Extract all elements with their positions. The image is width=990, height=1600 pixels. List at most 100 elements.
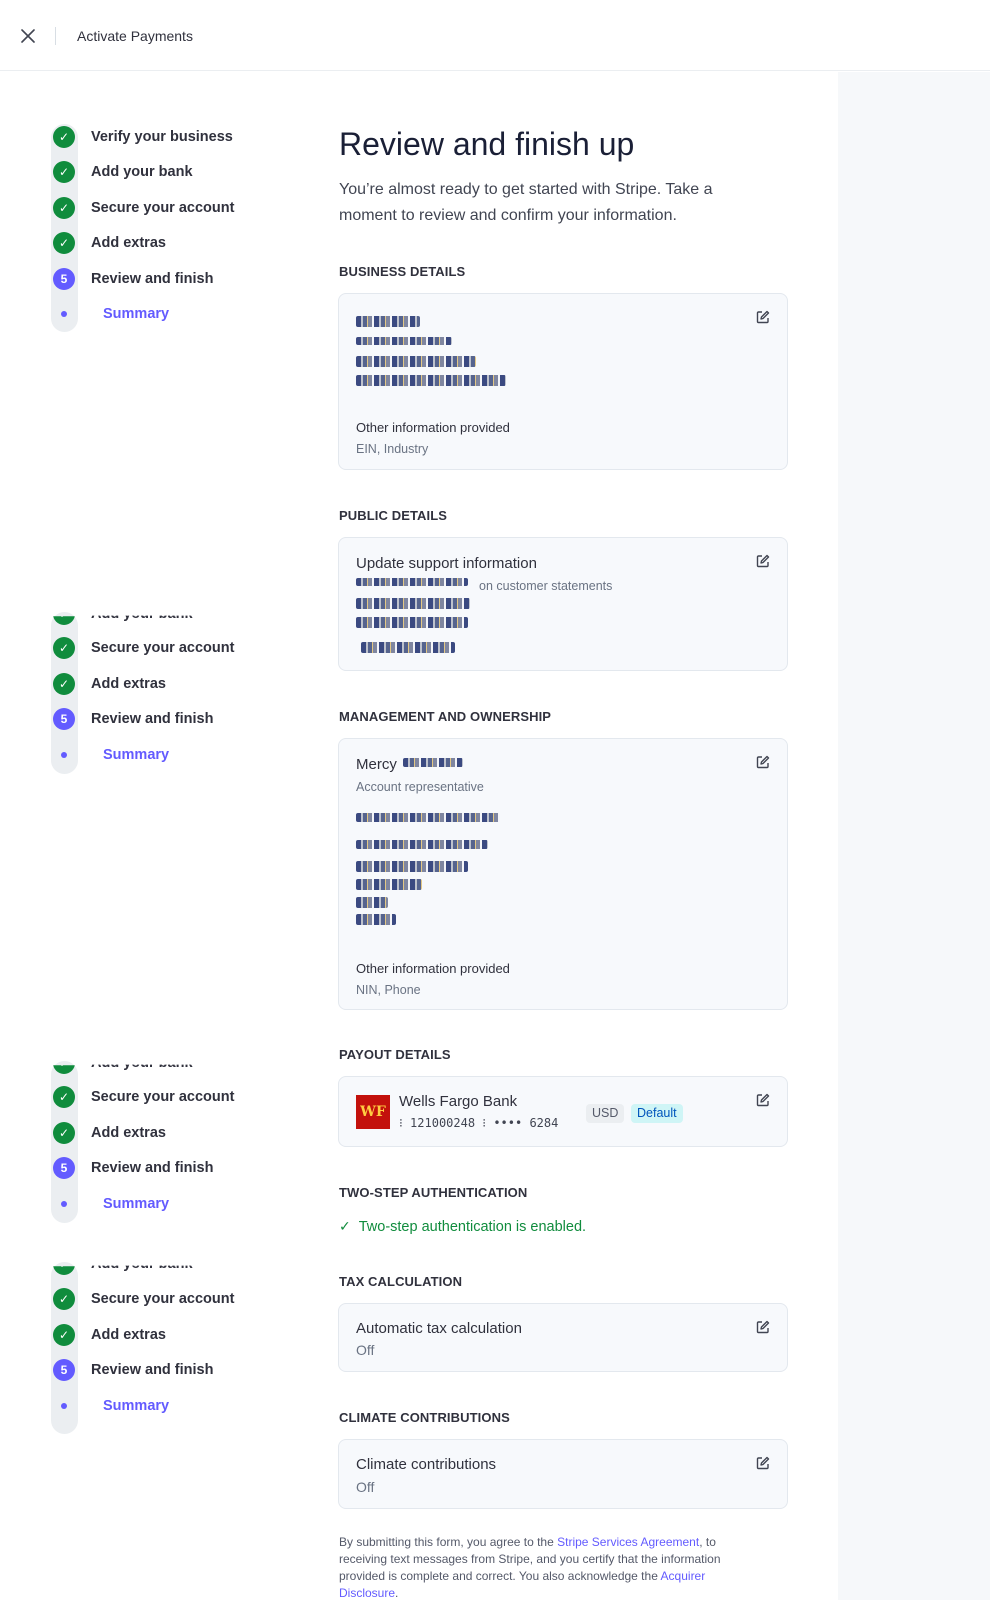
check-icon: ✓ xyxy=(53,197,75,219)
check-icon: ✓ xyxy=(53,616,75,625)
bank-name: Wells Fargo Bank xyxy=(399,1093,518,1110)
tax-title: Automatic tax calculation xyxy=(356,1320,522,1337)
right-gray-panel xyxy=(838,72,990,1600)
step-add-extras[interactable]: ✓ Add extras xyxy=(51,673,166,695)
step-label: Review and finish xyxy=(91,1160,214,1176)
redacted-address xyxy=(356,861,468,872)
redacted-support-address xyxy=(356,598,470,609)
edit-icon[interactable] xyxy=(756,1456,770,1470)
step-add-bank[interactable]: ✓ Add your bank xyxy=(51,1253,193,1275)
check-icon: ✓ xyxy=(339,1218,351,1234)
top-bar: Activate Payments xyxy=(0,0,990,71)
check-icon: ✓ xyxy=(53,673,75,695)
step-label: Secure your account xyxy=(91,1291,235,1307)
check-icon: ✓ xyxy=(53,637,75,659)
substep-label: Summary xyxy=(103,306,170,322)
step-add-bank[interactable]: ✓ Add your bank xyxy=(51,161,193,183)
step-label: Add extras xyxy=(91,235,166,251)
public-details-card: Update support information on customer s… xyxy=(338,537,788,671)
page-description: You’re almost ready to get started with … xyxy=(339,181,713,224)
step-number: 5 xyxy=(53,268,75,290)
support-info-title: Update support information xyxy=(356,555,537,572)
legal-disclaimer: By submitting this form, you agree to th… xyxy=(339,1534,759,1600)
business-details-card: Other information provided EIN, Industry xyxy=(338,293,788,470)
step-add-extras[interactable]: ✓ Add extras xyxy=(51,1324,166,1346)
redacted-dob xyxy=(356,840,488,849)
page-title: Review and finish up xyxy=(339,126,635,162)
edit-icon[interactable] xyxy=(756,310,770,324)
step-secure-account[interactable]: ✓ Secure your account xyxy=(51,637,234,659)
twostep-status: ✓ Two-step authentication is enabled. xyxy=(339,1218,586,1235)
redacted-address xyxy=(356,879,422,890)
substep-summary[interactable]: Summary xyxy=(51,303,169,325)
step-label: Add your bank xyxy=(91,606,193,622)
representative-name: Mercy xyxy=(356,756,397,773)
edit-icon[interactable] xyxy=(756,1320,770,1334)
step-secure-account[interactable]: ✓ Secure your account xyxy=(51,1288,234,1310)
redacted-business-name xyxy=(356,316,420,327)
redacted-text xyxy=(356,337,452,345)
section-heading-payout: PAYOUT DETAILS xyxy=(339,1047,451,1062)
twostep-status-text: Two-step authentication is enabled. xyxy=(358,1218,587,1235)
step-verify-business[interactable]: ✓ Verify your business xyxy=(51,126,233,148)
check-icon: ✓ xyxy=(53,126,75,148)
step-label: Secure your account xyxy=(91,640,235,656)
step-label: Add your bank xyxy=(91,1256,193,1272)
step-label: Add your bank xyxy=(91,1055,193,1071)
step-add-bank[interactable]: ✓ Add your bank xyxy=(51,1052,193,1074)
step-review-finish[interactable]: 5 Review and finish xyxy=(51,268,213,290)
legal-text: . xyxy=(395,1586,399,1600)
climate-card: Climate contributions Off xyxy=(338,1439,788,1509)
step-review-finish[interactable]: 5 Review and finish xyxy=(51,708,213,730)
step-label: Add extras xyxy=(91,1327,166,1343)
topbar-divider xyxy=(55,27,56,45)
substep-summary[interactable]: Summary xyxy=(51,744,169,766)
step-review-finish[interactable]: 5 Review and finish xyxy=(51,1157,213,1179)
step-label: Add your bank xyxy=(91,164,193,180)
services-agreement-link[interactable]: Stripe Services Agreement xyxy=(557,1535,699,1549)
other-info-label: Other information provided xyxy=(356,420,510,435)
substep-label: Summary xyxy=(103,1196,170,1212)
step-add-extras[interactable]: ✓ Add extras xyxy=(51,232,166,254)
redacted-support-phone xyxy=(361,642,455,653)
edit-icon[interactable] xyxy=(756,554,770,568)
check-icon: ✓ xyxy=(53,1122,75,1144)
stepper-track xyxy=(51,124,78,332)
step-label: Secure your account xyxy=(91,200,235,216)
bullet-icon xyxy=(61,1403,67,1409)
edit-icon[interactable] xyxy=(756,1093,770,1107)
redacted-email xyxy=(356,813,500,822)
step-label: Add extras xyxy=(91,676,166,692)
tax-card: Automatic tax calculation Off xyxy=(338,1303,788,1372)
step-add-extras[interactable]: ✓ Add extras xyxy=(51,1122,166,1144)
legal-text: By submitting this form, you agree to th… xyxy=(339,1535,558,1549)
section-heading-tax: TAX CALCULATION xyxy=(339,1274,463,1289)
edit-icon[interactable] xyxy=(756,755,770,769)
step-number: 5 xyxy=(53,1157,75,1179)
bullet-icon xyxy=(61,752,67,758)
substep-summary[interactable]: Summary xyxy=(51,1193,169,1215)
section-heading-business: BUSINESS DETAILS xyxy=(339,264,466,279)
substep-summary[interactable]: Summary xyxy=(51,1395,169,1417)
step-secure-account[interactable]: ✓ Secure your account xyxy=(51,1086,234,1108)
step-label: Secure your account xyxy=(91,1089,235,1105)
step-review-finish[interactable]: 5 Review and finish xyxy=(51,1359,213,1381)
check-icon: ✓ xyxy=(53,1324,75,1346)
topbar-title: Activate Payments xyxy=(77,28,193,44)
bullet-icon xyxy=(61,311,67,317)
payout-card: WF Wells Fargo Bank ⁝ 121000248 ⁝ •••• 6… xyxy=(338,1076,788,1147)
step-label: Review and finish xyxy=(91,271,214,287)
redacted-surname xyxy=(403,758,463,767)
substep-label: Summary xyxy=(103,1398,170,1414)
management-card: Mercy Account representative Other infor… xyxy=(338,738,788,1010)
step-add-bank[interactable]: ✓ Add your bank xyxy=(51,603,193,625)
step-label: Add extras xyxy=(91,1125,166,1141)
redacted-address xyxy=(356,375,506,386)
climate-title: Climate contributions xyxy=(356,1456,497,1473)
section-heading-management: MANAGEMENT AND OWNERSHIP xyxy=(339,709,552,724)
step-secure-account[interactable]: ✓ Secure your account xyxy=(51,197,234,219)
section-heading-public: PUBLIC DETAILS xyxy=(339,508,448,523)
close-button[interactable] xyxy=(18,26,38,46)
section-heading-climate: CLIMATE CONTRIBUTIONS xyxy=(339,1410,510,1425)
other-info-label: Other information provided xyxy=(356,961,510,976)
